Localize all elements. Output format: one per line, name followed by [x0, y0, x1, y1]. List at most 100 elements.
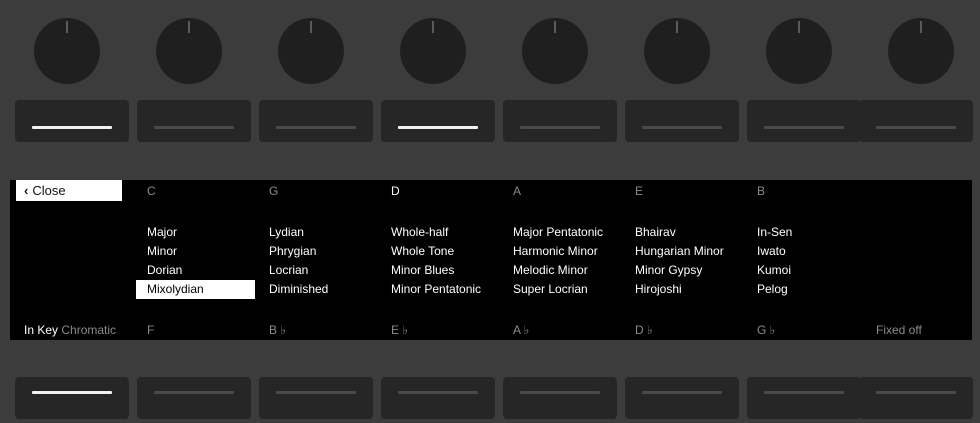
- knob-indicator: [432, 21, 434, 33]
- root-Bb[interactable]: B ♭: [269, 323, 286, 337]
- knob-indicator: [676, 21, 678, 33]
- scale-item[interactable]: Iwato: [757, 242, 792, 261]
- scale-item[interactable]: Diminished: [269, 280, 328, 299]
- button-led: [276, 391, 356, 394]
- key-mode[interactable]: In Key Chromatic: [24, 323, 116, 337]
- close-label: Close: [32, 183, 66, 198]
- bottom-button-1[interactable]: [15, 377, 129, 419]
- knob-indicator: [798, 21, 800, 33]
- button-led: [154, 126, 234, 129]
- scale-item[interactable]: Hirojoshi: [635, 280, 724, 299]
- top-button-4[interactable]: [381, 100, 495, 142]
- knob-4[interactable]: [400, 18, 466, 84]
- knob-7[interactable]: [766, 18, 832, 84]
- scale-item[interactable]: Bhairav: [635, 223, 724, 242]
- button-led: [32, 391, 112, 394]
- scale-item[interactable]: Minor Blues: [391, 261, 481, 280]
- scale-item[interactable]: Locrian: [269, 261, 328, 280]
- scale-item[interactable]: Minor: [147, 242, 255, 261]
- root-C[interactable]: C: [147, 184, 156, 198]
- fixed-toggle[interactable]: Fixed off: [876, 323, 922, 337]
- root-Eb[interactable]: E ♭: [391, 323, 408, 337]
- bottom-button-row: [0, 377, 980, 421]
- bottom-button-7[interactable]: [747, 377, 861, 419]
- top-button-5[interactable]: [503, 100, 617, 142]
- close-button[interactable]: ‹ Close: [16, 180, 122, 201]
- root-Ab[interactable]: A ♭: [513, 323, 529, 337]
- root-G[interactable]: G: [269, 184, 278, 198]
- knob-indicator: [554, 21, 556, 33]
- scale-column-1: Major Minor Dorian Mixolydian: [136, 223, 255, 299]
- scale-column-5: Bhairav Hungarian Minor Minor Gypsy Hiro…: [635, 223, 724, 299]
- scale-display: ‹ Close C G D A E B Major Minor Dorian Mi…: [10, 180, 972, 340]
- knob-indicator: [310, 21, 312, 33]
- scale-item[interactable]: Melodic Minor: [513, 261, 603, 280]
- button-led: [398, 126, 478, 129]
- bottom-button-4[interactable]: [381, 377, 495, 419]
- button-led: [154, 391, 234, 394]
- bottom-button-2[interactable]: [137, 377, 251, 419]
- bottom-button-5[interactable]: [503, 377, 617, 419]
- knob-2[interactable]: [156, 18, 222, 84]
- button-led: [764, 391, 844, 394]
- scale-item[interactable]: Major: [147, 223, 255, 242]
- root-A[interactable]: A: [513, 184, 521, 198]
- top-button-1[interactable]: [15, 100, 129, 142]
- button-led: [642, 126, 722, 129]
- scale-item[interactable]: Phrygian: [269, 242, 328, 261]
- root-Db[interactable]: D ♭: [635, 323, 653, 337]
- button-led: [398, 391, 478, 394]
- knob-3[interactable]: [278, 18, 344, 84]
- scale-item[interactable]: Whole-half: [391, 223, 481, 242]
- root-Gb[interactable]: G ♭: [757, 323, 775, 337]
- bottom-button-6[interactable]: [625, 377, 739, 419]
- top-button-8[interactable]: [859, 100, 973, 142]
- knob-8[interactable]: [888, 18, 954, 84]
- scale-item[interactable]: Super Locrian: [513, 280, 603, 299]
- root-D[interactable]: D: [391, 184, 400, 198]
- scale-column-2: Lydian Phrygian Locrian Diminished: [269, 223, 328, 299]
- button-led: [876, 126, 956, 129]
- knob-indicator: [920, 21, 922, 33]
- knob-indicator: [66, 21, 68, 33]
- button-led: [520, 126, 600, 129]
- bottom-button-8[interactable]: [859, 377, 973, 419]
- scale-item[interactable]: In-Sen: [757, 223, 792, 242]
- knob-6[interactable]: [644, 18, 710, 84]
- scale-item[interactable]: Kumoi: [757, 261, 792, 280]
- knob-1[interactable]: [34, 18, 100, 84]
- scale-item[interactable]: Minor Pentatonic: [391, 280, 481, 299]
- top-button-row: [0, 100, 980, 144]
- root-B[interactable]: B: [757, 184, 765, 198]
- scale-item[interactable]: Harmonic Minor: [513, 242, 603, 261]
- scale-item-selected[interactable]: Mixolydian: [136, 280, 255, 299]
- in-key-label[interactable]: In Key: [24, 323, 58, 337]
- root-E[interactable]: E: [635, 184, 643, 198]
- top-button-2[interactable]: [137, 100, 251, 142]
- scale-item[interactable]: Dorian: [147, 261, 255, 280]
- button-led: [276, 126, 356, 129]
- scale-item[interactable]: Major Pentatonic: [513, 223, 603, 242]
- button-led: [876, 391, 956, 394]
- scale-item[interactable]: Minor Gypsy: [635, 261, 724, 280]
- top-button-3[interactable]: [259, 100, 373, 142]
- top-button-7[interactable]: [747, 100, 861, 142]
- top-button-6[interactable]: [625, 100, 739, 142]
- scale-column-6: In-Sen Iwato Kumoi Pelog: [757, 223, 792, 299]
- scale-item[interactable]: Hungarian Minor: [635, 242, 724, 261]
- knob-indicator: [188, 21, 190, 33]
- scale-column-4: Major Pentatonic Harmonic Minor Melodic …: [513, 223, 603, 299]
- root-F[interactable]: F: [147, 323, 154, 337]
- chromatic-label[interactable]: Chromatic: [61, 323, 116, 337]
- button-led: [764, 126, 844, 129]
- bottom-button-3[interactable]: [259, 377, 373, 419]
- button-led: [32, 126, 112, 129]
- scale-item[interactable]: Lydian: [269, 223, 328, 242]
- knob-5[interactable]: [522, 18, 588, 84]
- scale-item[interactable]: Whole Tone: [391, 242, 481, 261]
- scale-item[interactable]: Pelog: [757, 280, 792, 299]
- button-led: [642, 391, 722, 394]
- knob-row: [0, 5, 980, 95]
- scale-column-3: Whole-half Whole Tone Minor Blues Minor …: [391, 223, 481, 299]
- chevron-left-icon: ‹: [24, 183, 29, 198]
